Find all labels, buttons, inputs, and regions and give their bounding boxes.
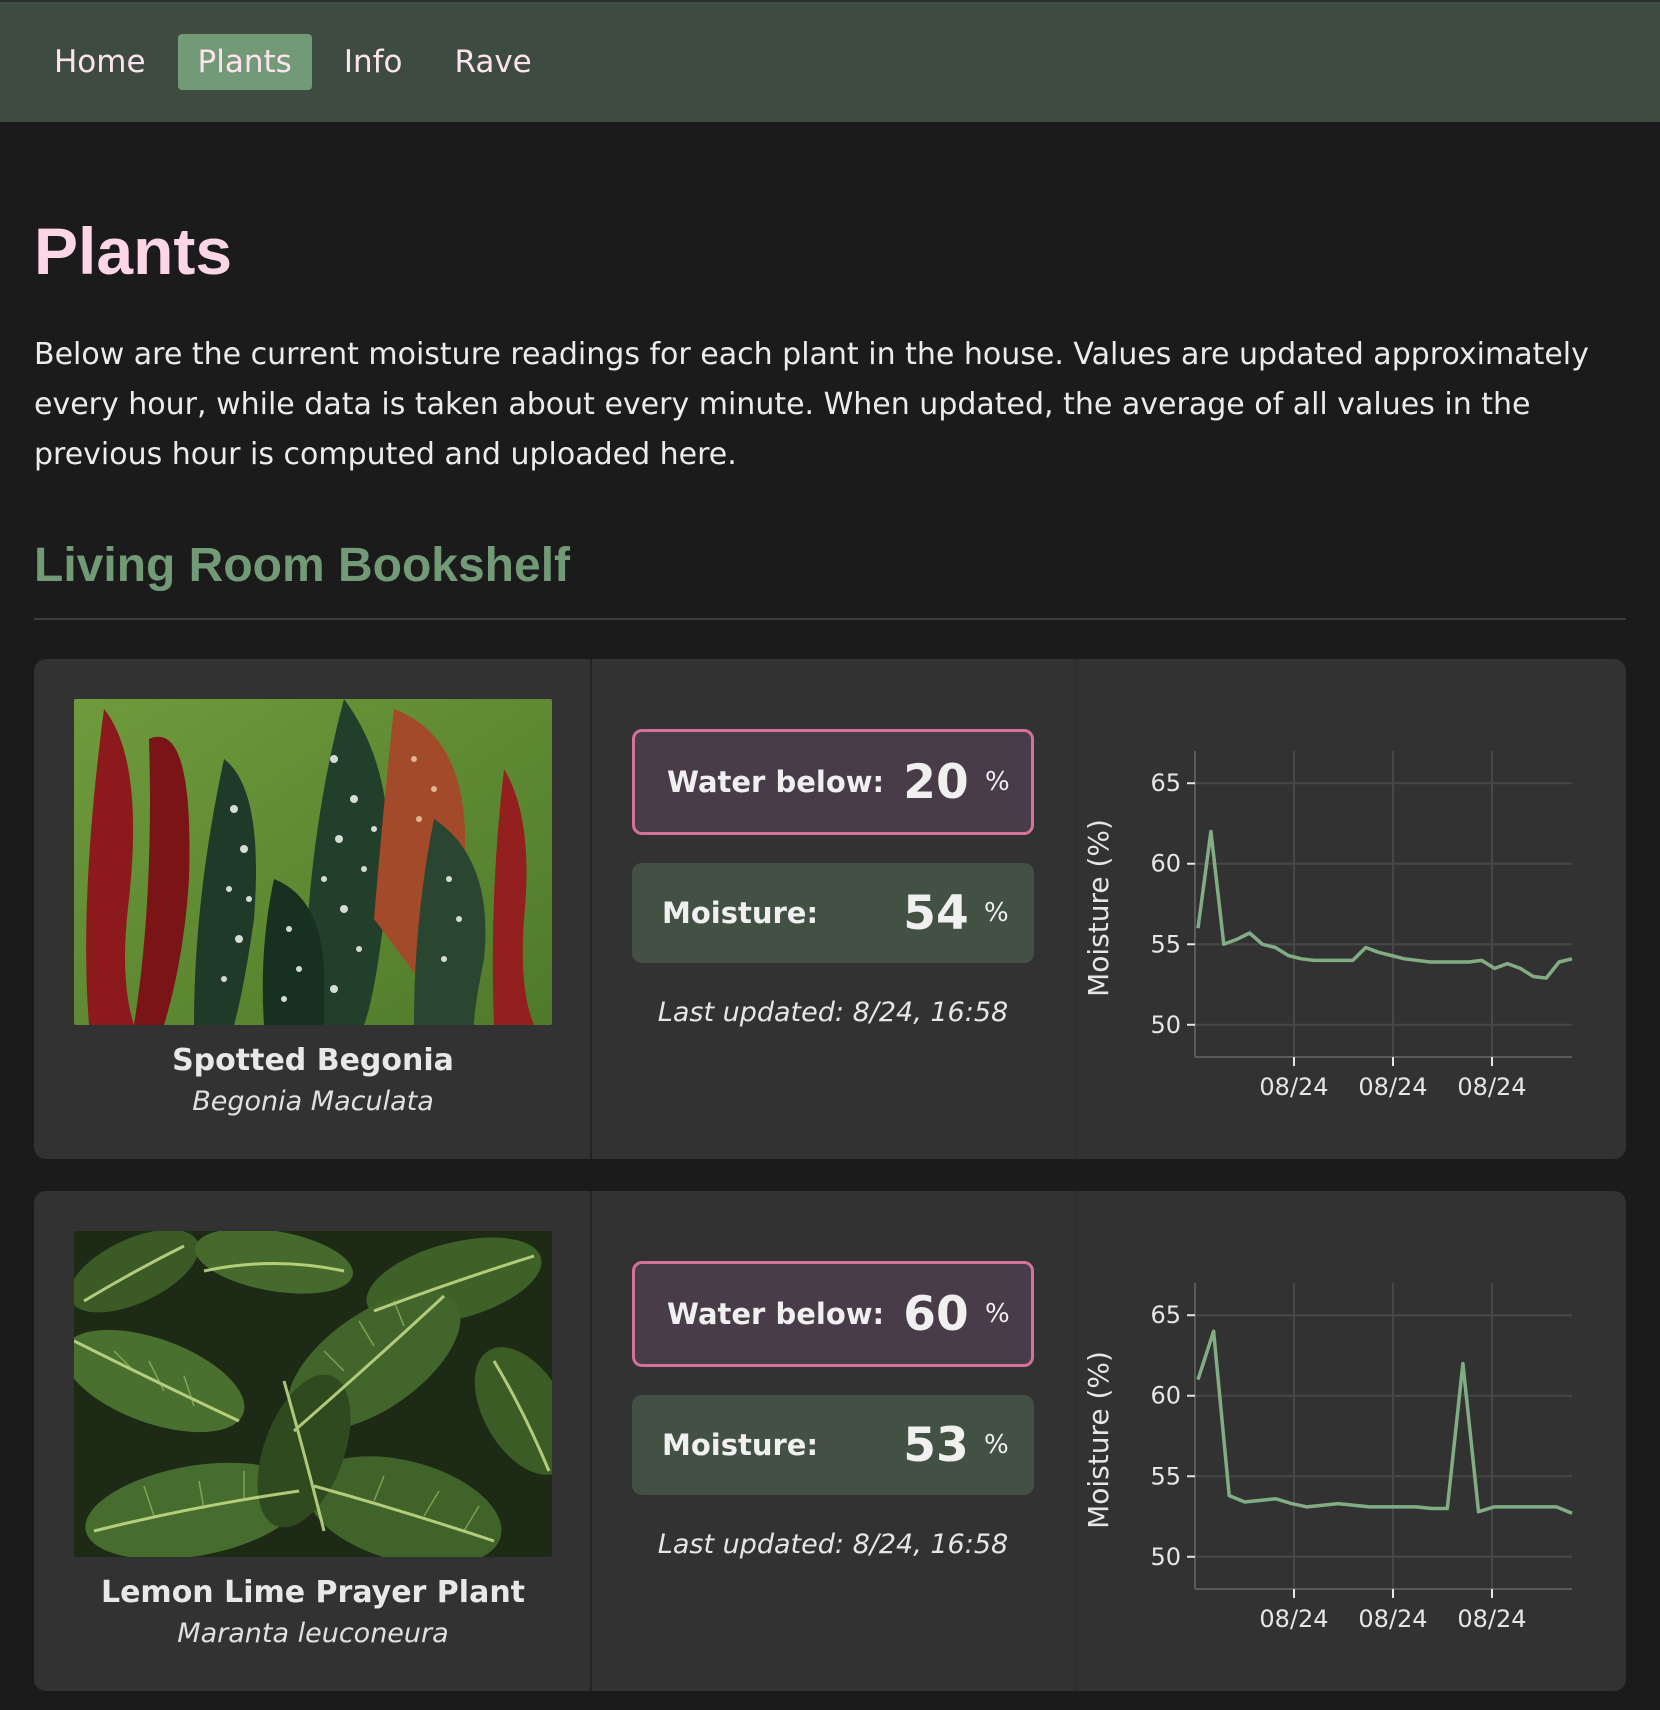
moisture-series-line [1196, 829, 1573, 980]
y-tick-label-1: 55 [1150, 1462, 1181, 1490]
moisture-box: Moisture: 54 % [632, 863, 1034, 963]
readings-column: Water below: 20 % Moisture: 54 % Last up… [592, 659, 1076, 1159]
water-threshold-box[interactable]: Water below: 60 % [632, 1261, 1034, 1367]
y-axis-label: Moisture (%) [1082, 1351, 1115, 1529]
y-tick-label-3: 65 [1150, 769, 1181, 797]
x-tick-label-0: 08/24 [1259, 1073, 1328, 1101]
moisture-value: 53 [903, 1417, 969, 1473]
prayer-plant-photo [74, 1231, 552, 1557]
plant-photo-column: Spotted Begonia Begonia Maculata [34, 659, 592, 1159]
water-threshold-box[interactable]: Water below: 20 % [632, 729, 1034, 835]
moisture-value: 54 [903, 885, 969, 941]
moisture-chart: 50 55 60 65 08/24 08/24 08/24 Moisture (%) [1076, 659, 1626, 1159]
nav-rave[interactable]: Rave [434, 34, 551, 90]
y-axis-label: Moisture (%) [1082, 819, 1115, 997]
water-below-label: Water below: [667, 765, 885, 799]
moisture-chart: 50 55 60 65 08/24 08/24 08/24 Moisture (%) [1076, 1191, 1626, 1691]
percent-unit: % [985, 767, 1010, 797]
y-tick-label-1: 55 [1150, 930, 1181, 958]
page-title: Plants [34, 214, 233, 288]
plant-card: Lemon Lime Prayer Plant Maranta leuconeu… [34, 1191, 1626, 1691]
x-tick-label-2: 08/24 [1457, 1605, 1526, 1633]
x-tick-label-0: 08/24 [1259, 1605, 1328, 1633]
moisture-chart-svg: 50 55 60 65 08/24 08/24 08/24 Moisture (%) [1082, 751, 1573, 1101]
x-tick-label-2: 08/24 [1457, 1073, 1526, 1101]
moisture-chart-svg: 50 55 60 65 08/24 08/24 08/24 Moisture (%) [1082, 1283, 1573, 1633]
moisture-label: Moisture: [662, 1428, 819, 1462]
moisture-box: Moisture: 53 % [632, 1395, 1034, 1495]
plant-card: Spotted Begonia Begonia Maculata Water b… [34, 659, 1626, 1159]
nav-home[interactable]: Home [34, 34, 166, 90]
percent-unit: % [985, 1299, 1010, 1329]
nav-plants[interactable]: Plants [177, 34, 312, 90]
y-tick-label-2: 60 [1150, 1382, 1181, 1410]
water-below-value: 60 [903, 1286, 969, 1342]
section-divider [34, 618, 1626, 620]
main-content: Plants Below are the current moisture re… [0, 218, 1660, 1691]
nav-info[interactable]: Info [324, 34, 423, 90]
last-updated: Last updated: 8/24, 16:58 [657, 997, 1009, 1028]
begonia-photo [74, 699, 552, 1025]
y-tick-label-0: 50 [1150, 1543, 1181, 1571]
section-title: Living Room Bookshelf [34, 539, 571, 592]
plant-common-name: Spotted Begonia [172, 1043, 454, 1078]
y-tick-label-3: 65 [1150, 1301, 1181, 1329]
plant-photo-column: Lemon Lime Prayer Plant Maranta leuconeu… [34, 1191, 592, 1691]
moisture-series-line [1196, 1329, 1573, 1515]
water-below-label: Water below: [667, 1297, 885, 1331]
plant-scientific-name: Begonia Maculata [192, 1086, 434, 1117]
readings-column: Water below: 60 % Moisture: 53 % Last up… [592, 1191, 1076, 1691]
intro-text: Below are the current moisture readings … [34, 337, 1589, 472]
y-tick-label-0: 50 [1150, 1011, 1181, 1039]
water-below-value: 20 [903, 754, 969, 810]
moisture-label: Moisture: [662, 896, 819, 930]
percent-unit: % [984, 898, 1009, 928]
y-tick-label-2: 60 [1150, 850, 1181, 878]
last-updated: Last updated: 8/24, 16:58 [657, 1529, 1009, 1560]
x-tick-label-1: 08/24 [1358, 1073, 1427, 1101]
plant-common-name: Lemon Lime Prayer Plant [100, 1575, 526, 1610]
plant-scientific-name: Maranta leuconeura [177, 1618, 449, 1649]
percent-unit: % [984, 1430, 1009, 1460]
x-tick-label-1: 08/24 [1358, 1605, 1427, 1633]
top-nav: Home Plants Info Rave [0, 0, 1660, 122]
